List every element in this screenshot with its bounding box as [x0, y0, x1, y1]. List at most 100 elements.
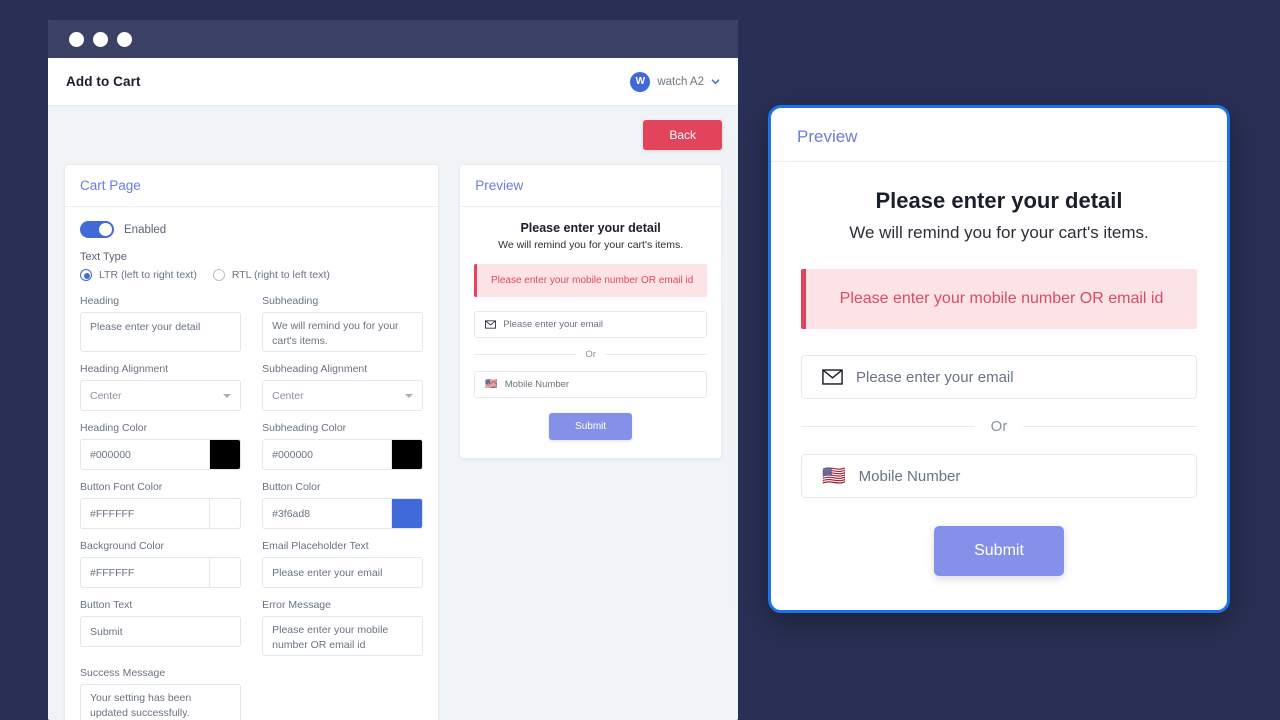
subheading-field: Subheading We will remind you for your c… — [262, 295, 424, 352]
heading-alignment-field: Heading Alignment Center — [80, 363, 242, 411]
divider-line-left — [801, 426, 975, 427]
success-message-input[interactable]: Your setting has been updated successful… — [80, 684, 242, 720]
preview-large-body: Please enter your detail We will remind … — [771, 162, 1227, 576]
preview-card-title: Preview — [460, 165, 721, 207]
email-placeholder-input[interactable]: Please enter your email — [262, 557, 424, 588]
button-text-input[interactable]: Submit — [80, 616, 242, 647]
text-type-radio-group: LTR (left to right text) RTL (right to l… — [80, 269, 423, 281]
heading-color-label: Heading Color — [80, 422, 148, 434]
button-color-label: Button Color — [262, 481, 321, 493]
preview-large-submit-button[interactable]: Submit — [934, 526, 1064, 576]
background-color-label: Background Color — [80, 540, 165, 552]
window-titlebar — [48, 20, 738, 58]
us-flag-icon: 🇺🇸 — [485, 378, 498, 390]
chevron-down-icon — [223, 393, 232, 398]
heading-color-wrap: #000000 — [80, 439, 242, 470]
envelope-icon — [822, 369, 843, 385]
subheading-alignment-label: Subheading Alignment — [262, 363, 368, 375]
enabled-label: Enabled — [124, 223, 167, 236]
heading-color-input[interactable]: #000000 — [80, 439, 210, 470]
email-placeholder-field: Email Placeholder Text Please enter your… — [262, 540, 424, 588]
preview-large-mobile-input[interactable]: 🇺🇸 Mobile Number — [801, 454, 1197, 498]
heading-color-field: Heading Color #000000 — [80, 422, 242, 470]
button-font-color-label: Button Font Color — [80, 481, 163, 493]
heading-alignment-select[interactable]: Center — [80, 380, 242, 411]
preview-email-input[interactable]: Please enter your email — [474, 311, 707, 338]
subheading-color-swatch[interactable] — [391, 439, 424, 470]
screen: Add to Cart W watch A2 Back Cart Page En… — [0, 0, 1280, 720]
preview-email-placeholder: Please enter your email — [503, 319, 604, 330]
background-color-input[interactable]: #FFFFFF — [80, 557, 210, 588]
preview-large-subheading: We will remind you for your cart's items… — [849, 223, 1149, 242]
error-message-input[interactable]: Please enter your mobile number OR email… — [262, 616, 424, 656]
preview-large-heading: Please enter your detail — [875, 188, 1123, 213]
heading-color-swatch[interactable] — [209, 439, 242, 470]
divider-line-right — [1023, 426, 1198, 427]
background-color-swatch[interactable] — [209, 557, 242, 588]
chevron-down-icon — [711, 77, 720, 86]
back-button[interactable]: Back — [643, 120, 722, 150]
enabled-toggle-row: Enabled — [80, 221, 423, 238]
button-color-field: Button Color #3f6ad8 — [262, 481, 424, 529]
subheading-color-wrap: #000000 — [262, 439, 424, 470]
avatar: W — [630, 71, 651, 92]
window-close-dot[interactable] — [69, 31, 84, 47]
subheading-input[interactable]: We will remind you for your cart's items… — [262, 312, 424, 352]
button-color-input[interactable]: #3f6ad8 — [262, 498, 392, 529]
cart-page-settings-card: Cart Page Enabled Text Type LTR (left to… — [64, 164, 440, 720]
fields-grid: Heading Please enter your detail Subhead… — [80, 295, 424, 720]
button-font-color-wrap: #FFFFFF — [80, 498, 242, 529]
error-message-field: Error Message Please enter your mobile n… — [262, 599, 424, 656]
browser-window: Add to Cart W watch A2 Back Cart Page En… — [48, 20, 738, 720]
cart-page-card-title: Cart Page — [65, 165, 439, 207]
text-type-label: Text Type — [80, 251, 127, 263]
user-menu[interactable]: W watch A2 — [630, 71, 720, 92]
preview-large-title: Preview — [771, 108, 1227, 162]
heading-field: Heading Please enter your detail — [80, 295, 242, 352]
button-text-label: Button Text — [80, 599, 133, 611]
success-message-field: Success Message Your setting has been up… — [80, 667, 242, 720]
radio-ltr[interactable] — [80, 269, 92, 281]
preview-mobile-input[interactable]: 🇺🇸 Mobile Number — [474, 371, 707, 398]
heading-label: Heading — [80, 295, 120, 307]
us-flag-icon: 🇺🇸 — [822, 465, 846, 487]
preview-large-email-placeholder: Please enter your email — [856, 368, 1014, 386]
preview-submit-button[interactable]: Submit — [549, 413, 633, 440]
error-message-label: Error Message — [262, 599, 331, 611]
success-message-label: Success Message — [80, 667, 166, 679]
background-color-field: Background Color #FFFFFF — [80, 540, 242, 588]
subheading-color-label: Subheading Color — [262, 422, 347, 434]
button-text-field: Button Text Submit — [80, 599, 242, 656]
preview-or-text: Or — [585, 349, 596, 360]
email-placeholder-label: Email Placeholder Text — [262, 540, 369, 552]
button-font-color-swatch[interactable] — [209, 498, 242, 529]
chevron-down-icon — [405, 393, 414, 398]
toolbar: Back — [64, 120, 722, 150]
heading-input[interactable]: Please enter your detail — [80, 312, 242, 352]
window-minimize-dot[interactable] — [93, 31, 108, 47]
preview-heading: Please enter your detail — [520, 221, 661, 235]
subheading-alignment-value: Center — [272, 389, 304, 402]
preview-large-error-alert: Please enter your mobile number OR email… — [801, 269, 1197, 329]
preview-error-alert: Please enter your mobile number OR email… — [474, 264, 707, 297]
subheading-color-field: Subheading Color #000000 — [262, 422, 424, 470]
subheading-color-input[interactable]: #000000 — [262, 439, 392, 470]
button-font-color-input[interactable]: #FFFFFF — [80, 498, 210, 529]
preview-card-large: Preview Please enter your detail We will… — [768, 105, 1230, 613]
subheading-alignment-select[interactable]: Center — [262, 380, 424, 411]
preview-large-or-divider: Or — [801, 418, 1198, 435]
preview-or-divider: Or — [474, 349, 708, 360]
button-font-color-field: Button Font Color #FFFFFF — [80, 481, 242, 529]
enabled-toggle[interactable] — [80, 221, 114, 238]
preview-large-email-input[interactable]: Please enter your email — [801, 355, 1197, 399]
preview-large-or-text: Or — [990, 418, 1008, 435]
preview-subheading: We will remind you for your cart's items… — [498, 239, 684, 251]
radio-rtl[interactable] — [212, 269, 225, 281]
heading-alignment-value: Center — [90, 389, 122, 402]
button-color-swatch[interactable] — [391, 498, 424, 529]
divider-line-right — [604, 354, 708, 355]
heading-alignment-label: Heading Alignment — [80, 363, 169, 375]
window-maximize-dot[interactable] — [117, 31, 132, 47]
toggle-knob — [99, 223, 112, 236]
page-title: Add to Cart — [66, 74, 141, 89]
